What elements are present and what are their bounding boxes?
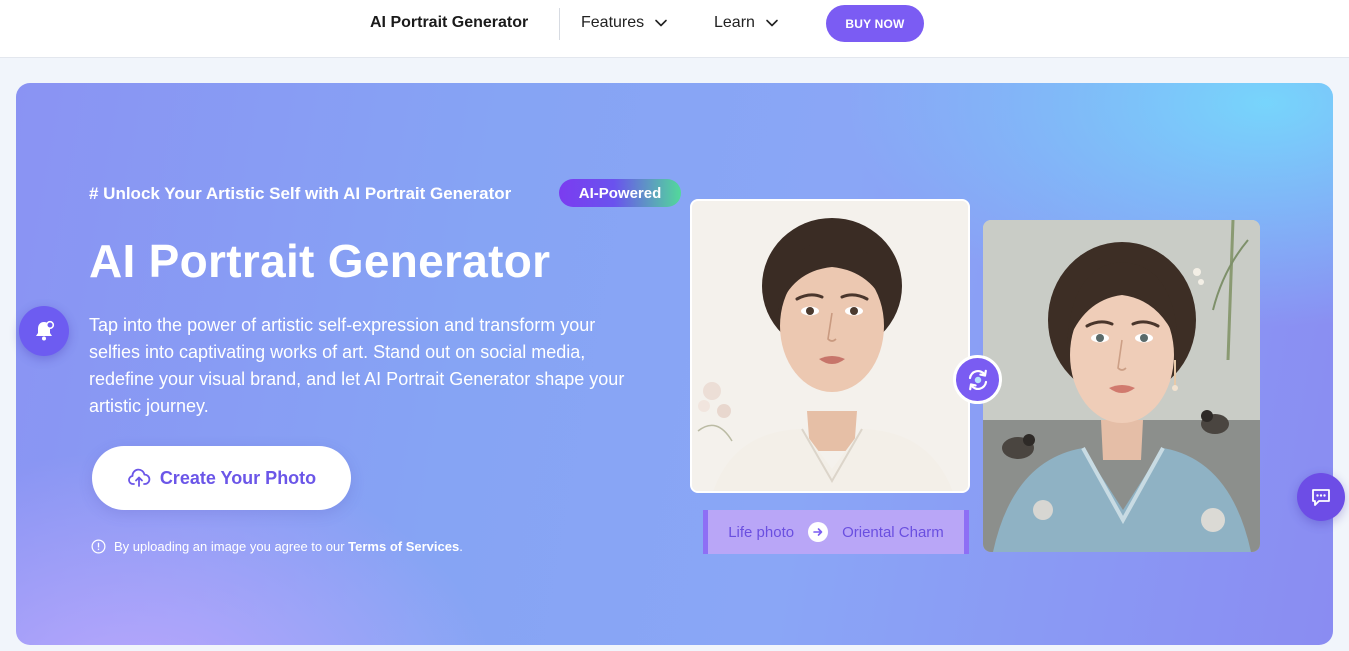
- chat-icon: [1312, 489, 1330, 506]
- chevron-down-icon: [655, 19, 667, 27]
- buy-now-button[interactable]: BUY NOW: [826, 5, 924, 42]
- notification-bell-button[interactable]: [19, 306, 69, 356]
- nav-divider: [559, 8, 560, 40]
- cloud-upload-icon: [127, 468, 151, 487]
- create-photo-button[interactable]: Create Your Photo: [92, 446, 351, 510]
- bell-icon: [36, 320, 55, 341]
- nav-learn-label: Learn: [714, 14, 755, 31]
- after-style-label: Oriental Charm: [842, 523, 944, 541]
- upload-notice: By uploading an image you agree to our T…: [91, 539, 463, 554]
- ai-powered-badge: AI-Powered: [559, 179, 681, 207]
- nav-features-label: Features: [581, 14, 645, 31]
- hero-eyebrow: # Unlock Your Artistic Self with AI Port…: [89, 184, 512, 203]
- info-icon: [91, 539, 106, 554]
- portrait-before-illustration: [692, 201, 968, 491]
- life-photo-image: [690, 199, 970, 493]
- page-title: AI Portrait Generator: [89, 235, 551, 287]
- oriental-charm-image: [983, 220, 1260, 552]
- nav-learn-menu[interactable]: Learn: [714, 13, 779, 33]
- swap-icon: [968, 369, 987, 390]
- top-nav: AI Portrait Generator Features Learn BUY…: [0, 0, 1349, 58]
- notice-suffix: .: [459, 539, 463, 554]
- nav-brand[interactable]: AI Portrait Generator: [370, 13, 528, 33]
- arrow-right-icon: [808, 522, 829, 542]
- create-photo-label: Create Your Photo: [159, 467, 317, 488]
- chevron-down-icon: [766, 19, 778, 27]
- before-style-label: Life photo: [728, 523, 795, 541]
- notice-text: By uploading an image you agree to our: [114, 539, 345, 554]
- hero-description: Tap into the power of artistic self-expr…: [89, 315, 625, 416]
- style-transform-label: Life photo Oriental Charm: [703, 510, 969, 554]
- portrait-after-illustration: [983, 220, 1260, 552]
- chat-support-button[interactable]: [1297, 473, 1345, 521]
- nav-features-menu[interactable]: Features: [581, 13, 668, 33]
- terms-link[interactable]: Terms of Services: [348, 539, 459, 554]
- swap-style-button[interactable]: [953, 355, 1002, 404]
